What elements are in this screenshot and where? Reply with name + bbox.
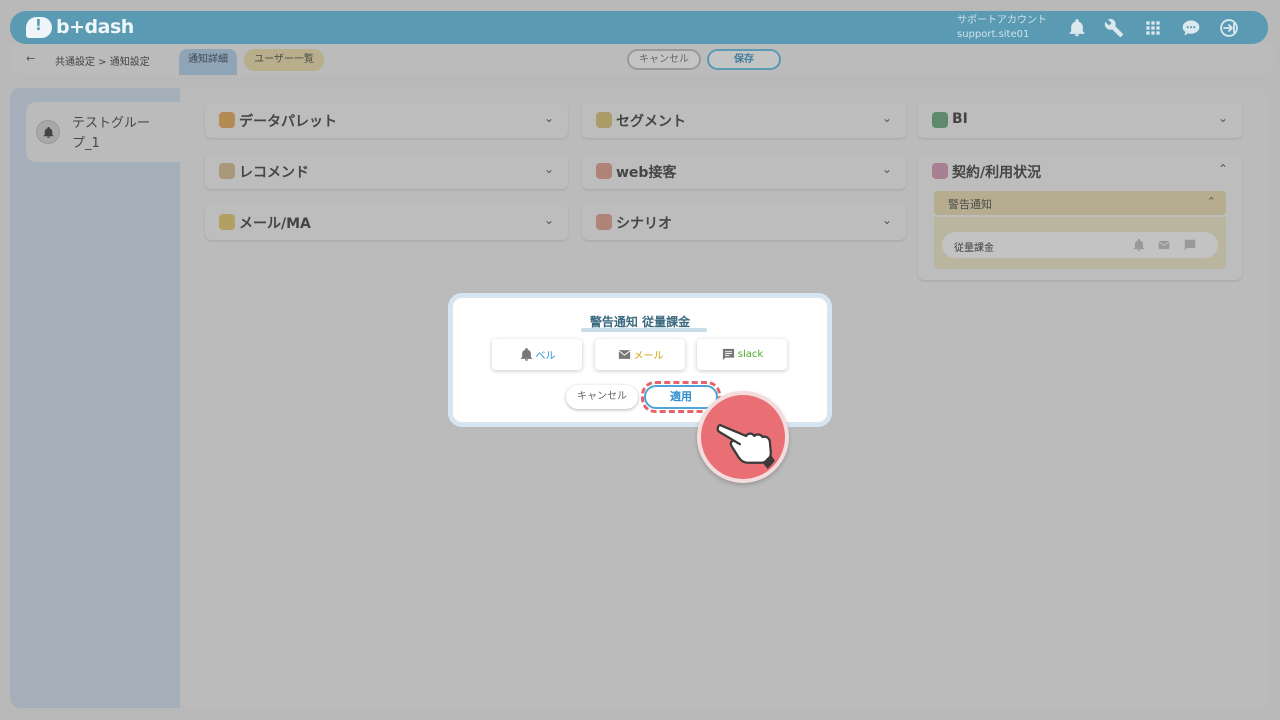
card-recommend[interactable]: レコメンド ⌄ — [205, 153, 568, 189]
sidebar-item-test-group[interactable]: テストグループ_1 — [26, 102, 180, 162]
list-item[interactable]: 従量課金 — [942, 232, 1218, 258]
wrench-icon[interactable] — [1103, 17, 1125, 39]
slack-option-button[interactable]: slack — [697, 339, 787, 370]
slack-icon — [722, 348, 734, 361]
tab-user-list[interactable]: ユーザー一覧 — [244, 49, 324, 71]
card-scenario[interactable]: シナリオ ⌄ — [582, 204, 906, 240]
row-label: 従量課金 — [954, 243, 994, 254]
card-contract-usage: 契約/利用状況 ⌃ 警告通知 ⌃ 従量課金 — [918, 153, 1242, 280]
bell-icon — [36, 120, 60, 144]
logo-icon — [26, 16, 52, 38]
notification-bell-icon[interactable] — [1066, 17, 1088, 39]
chevron-up-icon[interactable]: ⌃ — [1218, 162, 1228, 176]
card-label: シナリオ — [616, 216, 672, 232]
mail-option-label: メール — [633, 351, 664, 362]
tap-pointer-icon — [697, 391, 789, 483]
support-chat-icon[interactable] — [1180, 17, 1202, 39]
bell-icon — [520, 347, 532, 361]
apps-grid-icon[interactable] — [1142, 17, 1164, 39]
card-mail-ma[interactable]: メール/MA ⌄ — [205, 204, 568, 240]
logo-text: b+dash — [56, 16, 134, 38]
chevron-down-icon: ⌄ — [1217, 111, 1228, 125]
chevron-down-icon: ⌄ — [881, 213, 892, 227]
sidebar — [10, 88, 180, 708]
card-data-palette[interactable]: データパレット ⌄ — [205, 102, 568, 138]
chevron-down-icon: ⌄ — [881, 111, 892, 125]
account-info[interactable]: サポートアカウント support.site01 — [957, 14, 1047, 42]
card-label: web接客 — [616, 165, 677, 181]
mail-option-button[interactable]: メール — [595, 339, 685, 370]
slack-icon[interactable] — [1183, 238, 1197, 252]
card-label[interactable]: 契約/利用状況 — [952, 162, 1041, 182]
recommend-icon — [219, 163, 235, 179]
bell-icon[interactable] — [1132, 238, 1146, 252]
tab-notification-detail[interactable]: 通知詳細 — [179, 49, 237, 75]
card-label: セグメント — [616, 114, 686, 130]
card-label: データパレット — [239, 114, 337, 130]
card-bi[interactable]: BI ⌄ — [918, 102, 1242, 138]
bell-option-button[interactable]: ベル — [492, 339, 582, 370]
card-label: レコメンド — [239, 165, 309, 181]
account-label: サポートアカウント — [957, 15, 1047, 26]
breadcrumb: 共通設定 > 通知設定 — [55, 57, 150, 68]
modal-title: 警告通知 従量課金 — [589, 315, 691, 329]
web-icon — [596, 163, 612, 179]
warning-section-label: 警告通知 — [948, 198, 992, 211]
palette-icon — [219, 112, 235, 128]
mail-icon[interactable] — [1157, 238, 1171, 252]
card-label: メール/MA — [239, 216, 311, 232]
chevron-down-icon: ⌄ — [543, 111, 554, 125]
logo[interactable]: b+dash — [26, 16, 134, 38]
modal-cancel-button[interactable]: キャンセル — [566, 385, 638, 409]
chevron-down-icon: ⌄ — [543, 162, 554, 176]
warning-section-header[interactable]: 警告通知 ⌃ — [934, 191, 1226, 215]
slack-option-label: slack — [737, 349, 764, 360]
apply-button[interactable]: 適用 — [644, 385, 718, 409]
group-label: テストグループ_1 — [72, 116, 151, 151]
contract-icon — [932, 163, 948, 179]
chevron-down-icon: ⌄ — [543, 213, 554, 227]
scenario-icon — [596, 214, 612, 230]
segment-icon — [596, 112, 612, 128]
logout-icon[interactable] — [1218, 17, 1240, 39]
cancel-button[interactable]: キャンセル — [627, 49, 701, 70]
card-label: BI — [952, 111, 968, 127]
mail-icon — [618, 350, 630, 359]
account-id: support.site01 — [957, 29, 1030, 40]
card-segment[interactable]: セグメント ⌄ — [582, 102, 906, 138]
bell-option-label: ベル — [535, 351, 556, 362]
top-bar: b+dash サポートアカウント support.site01 — [10, 11, 1268, 44]
chart-icon — [932, 112, 948, 128]
back-arrow-icon[interactable]: ← — [26, 52, 35, 65]
chevron-down-icon: ⌄ — [881, 162, 892, 176]
warning-section-body: 従量課金 — [934, 217, 1226, 269]
mail-icon — [219, 214, 235, 230]
save-button[interactable]: 保存 — [707, 49, 781, 70]
chevron-up-icon: ⌃ — [1206, 195, 1216, 208]
card-web-reception[interactable]: web接客 ⌄ — [582, 153, 906, 189]
